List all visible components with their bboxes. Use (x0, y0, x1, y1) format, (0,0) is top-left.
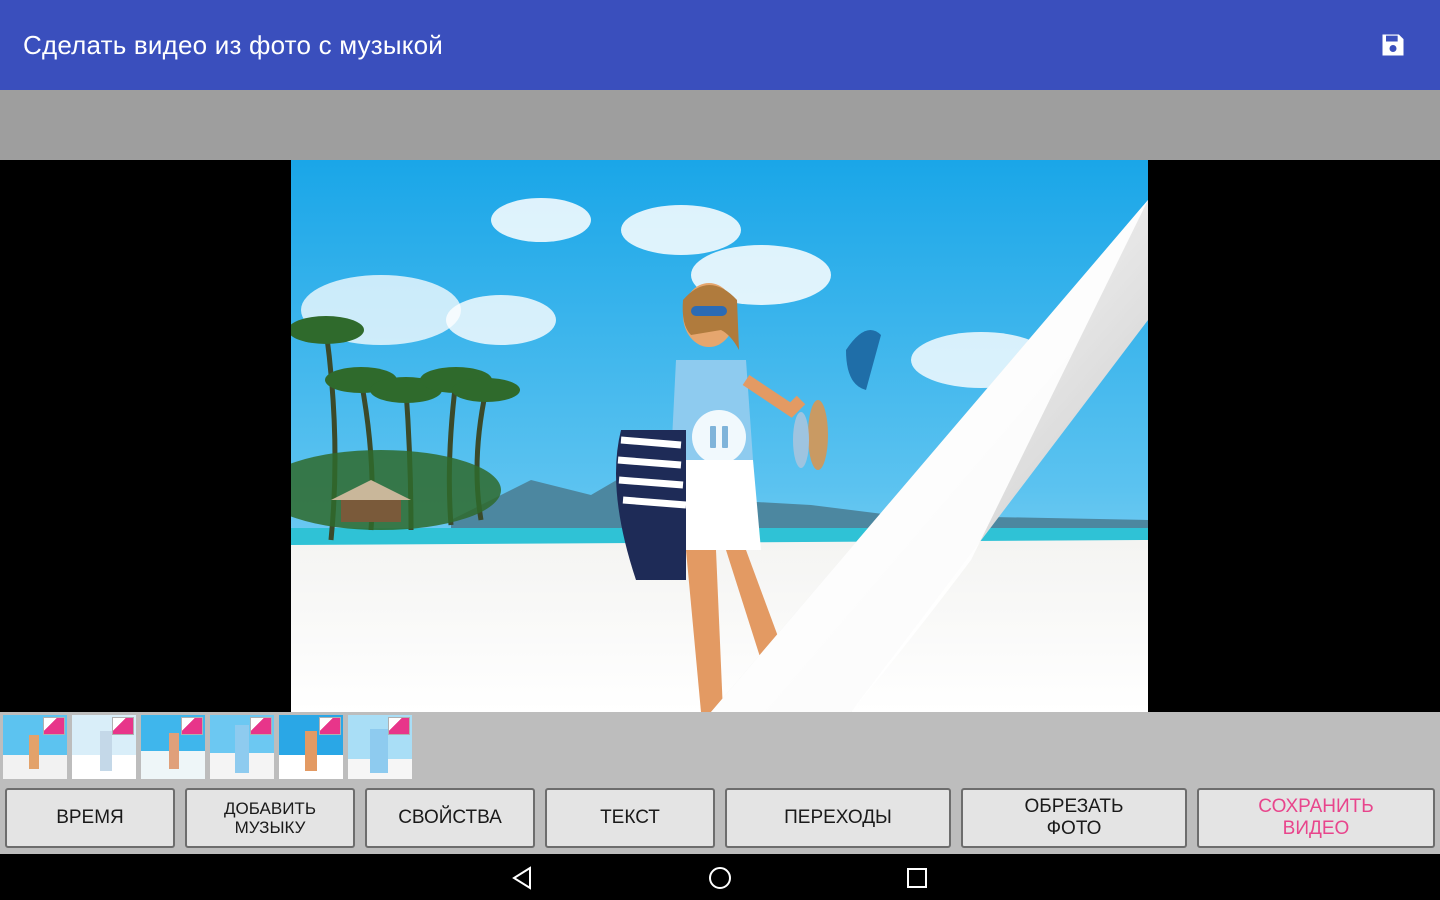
add-music-label-line1: ДОБАВИТЬ (224, 799, 316, 818)
time-button[interactable]: ВРЕМЯ (5, 788, 175, 848)
app-title: Сделать видео из фото с музыкой (23, 30, 444, 60)
add-music-label-line2: МУЗЫКУ (234, 818, 306, 837)
thumbnail-6[interactable] (348, 715, 412, 779)
crop-photo-label-line1: ОБРЕЗАТЬ (1024, 796, 1124, 817)
pause-button[interactable] (692, 410, 746, 464)
save-video-label-line2: ВИДЕО (1282, 818, 1350, 839)
pause-icon (710, 426, 716, 448)
thumbnail-3[interactable] (141, 715, 205, 779)
thumbnail-4[interactable] (210, 715, 274, 779)
select-flag-icon (181, 717, 203, 735)
text-button[interactable]: ТЕКСТ (545, 788, 715, 848)
crop-photo-button[interactable]: ОБРЕЗАТЬ ФОТО (961, 788, 1187, 848)
thumbnail-5[interactable] (279, 715, 343, 779)
properties-button[interactable]: СВОЙСТВА (365, 788, 535, 848)
system-nav-bar (0, 854, 1440, 900)
select-flag-icon (43, 717, 65, 735)
floppy-disk-icon (1382, 34, 1404, 56)
save-video-label: СОХРАНИТЬ ВИДЕО (1258, 796, 1373, 840)
save-video-button[interactable]: СОХРАНИТЬ ВИДЕО (1197, 788, 1435, 848)
text-button-label: ТЕКСТ (600, 807, 660, 828)
thumbnail-2[interactable] (72, 715, 136, 779)
add-music-label: ДОБАВИТЬ МУЗЫКУ (224, 799, 316, 837)
crop-photo-label: ОБРЕЗАТЬ ФОТО (1025, 796, 1124, 840)
transitions-button-label: ПЕРЕХОДЫ (784, 807, 892, 828)
action-toolbar: ВРЕМЯ ДОБАВИТЬ МУЗЫКУ СВОЙСТВА ТЕКСТ ПЕР… (0, 784, 1440, 854)
save-video-label-line1: СОХРАНИТЬ (1258, 796, 1374, 817)
back-triangle-icon[interactable] (508, 864, 536, 892)
pause-icon-bar (722, 426, 728, 448)
time-button-label: ВРЕМЯ (56, 807, 124, 828)
thumbnail-1[interactable] (3, 715, 67, 779)
properties-button-label: СВОЙСТВА (398, 807, 502, 828)
add-music-button[interactable]: ДОБАВИТЬ МУЗЫКУ (185, 788, 355, 848)
select-flag-icon (319, 717, 341, 735)
recents-square-icon[interactable] (903, 864, 931, 892)
home-circle-icon[interactable] (706, 864, 734, 892)
select-flag-icon (112, 717, 134, 735)
app-bar: Сделать видео из фото с музыкой (0, 0, 1440, 90)
select-flag-icon (250, 717, 272, 735)
save-icon-button[interactable] (1376, 28, 1410, 62)
top-gray-bar (0, 90, 1440, 160)
thumbnail-strip (0, 712, 1440, 784)
select-flag-icon (388, 717, 410, 735)
transitions-button[interactable]: ПЕРЕХОДЫ (725, 788, 951, 848)
crop-photo-label-line2: ФОТО (1046, 818, 1102, 839)
